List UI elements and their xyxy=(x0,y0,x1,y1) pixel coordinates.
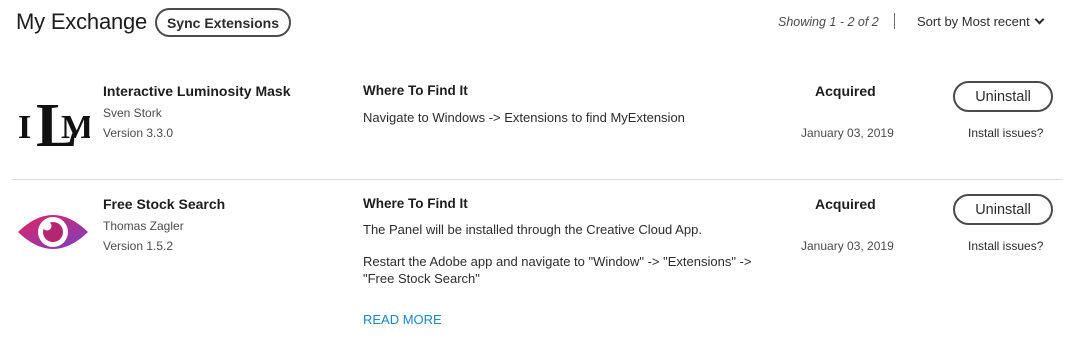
extension-author: Thomas Zagler xyxy=(103,219,184,233)
logo-letter-i: I xyxy=(18,109,31,146)
chevron-down-icon xyxy=(1034,14,1045,25)
read-more-link[interactable]: READ MORE xyxy=(363,312,442,327)
install-issues-link[interactable]: Install issues? xyxy=(968,239,1043,253)
where-to-find-title: Where To Find It xyxy=(363,196,468,211)
where-to-find-text: Navigate to Windows -> Extensions to fin… xyxy=(363,110,685,125)
results-count: Showing 1 - 2 of 2 xyxy=(778,15,879,29)
extension-name: Interactive Luminosity Mask xyxy=(103,83,291,99)
page-title: My Exchange xyxy=(16,9,148,34)
extension-row: I L M Interactive Luminosity Mask Sven S… xyxy=(0,68,1077,180)
extension-version: Version 1.5.2 xyxy=(103,239,174,253)
sort-dropdown[interactable]: Sort by Most recent xyxy=(917,14,1045,29)
extension-version: Version 3.3.0 xyxy=(103,126,174,140)
where-to-find-text: The Panel will be installed through the … xyxy=(363,222,702,237)
where-to-find-title: Where To Find It xyxy=(363,83,468,98)
logo-letter-m: M xyxy=(61,109,90,146)
header: My Exchange Sync Extensions Showing 1 - … xyxy=(0,0,1077,48)
where-to-find-text: Restart the Adobe app and navigate to "W… xyxy=(363,254,752,286)
acquired-date: January 03, 2019 xyxy=(801,126,894,140)
header-divider xyxy=(894,13,895,29)
row-divider xyxy=(12,179,1063,180)
sort-label: Sort by Most recent xyxy=(917,14,1030,29)
ilm-logo-icon: I L M xyxy=(16,86,93,160)
acquired-date: January 03, 2019 xyxy=(801,239,894,253)
extension-name: Free Stock Search xyxy=(103,196,226,212)
status-label: Acquired xyxy=(815,83,876,99)
extension-author: Sven Stork xyxy=(103,106,162,120)
uninstall-button[interactable]: Uninstall xyxy=(953,81,1053,112)
status-label: Acquired xyxy=(815,196,876,212)
extension-row: Free Stock Search Thomas Zagler Version … xyxy=(0,181,1077,341)
eye-logo-icon xyxy=(16,206,90,258)
install-issues-link[interactable]: Install issues? xyxy=(968,126,1043,140)
uninstall-button[interactable]: Uninstall xyxy=(953,194,1053,225)
sync-extensions-button[interactable]: Sync Extensions xyxy=(155,8,291,37)
